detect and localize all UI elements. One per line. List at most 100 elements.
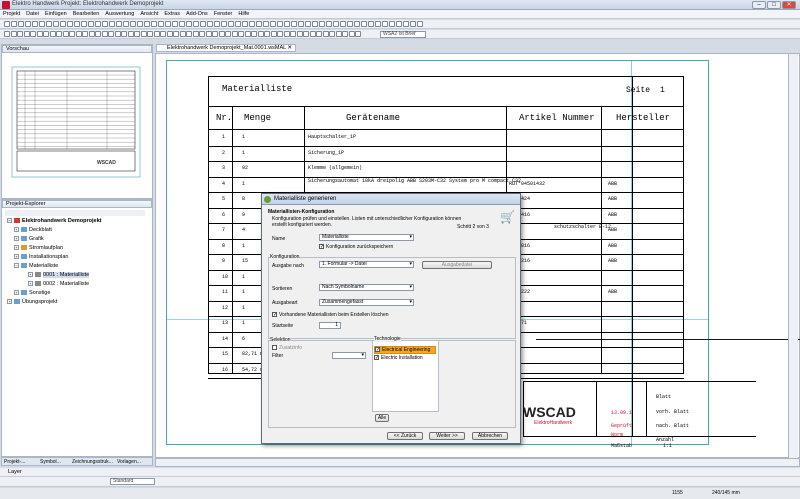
toolbar-tool-icon[interactable] <box>137 21 143 27</box>
toolbar-tool-icon[interactable] <box>130 21 136 27</box>
toolbar-tool-icon[interactable] <box>263 21 269 27</box>
toolbar-tool-icon[interactable] <box>238 31 244 37</box>
horizontal-scrollbar[interactable] <box>155 458 800 467</box>
toolbar-tool-icon[interactable] <box>298 21 304 27</box>
vertical-scrollbar[interactable] <box>788 54 798 459</box>
ausgabedatei-button[interactable]: Ausgabedatei <box>422 261 492 269</box>
toolbar-tool-icon[interactable] <box>114 31 121 37</box>
toolbar-tool-icon[interactable] <box>43 31 49 37</box>
toolbar-tool-icon[interactable] <box>116 21 122 27</box>
toolbar-tool-icon[interactable] <box>368 21 374 27</box>
toolbar-tool-icon[interactable] <box>410 21 416 27</box>
toolbar-tool-icon[interactable] <box>160 31 166 37</box>
toolbar-tool-icon[interactable] <box>11 21 17 27</box>
menu-extras[interactable]: Extras <box>161 10 183 18</box>
tree-item-deckblatt[interactable]: + Deckblatt <box>14 227 52 233</box>
delete-existing-checkbox[interactable]: ✓ Vorhandene Materiallisten beim Erstelle… <box>272 312 389 318</box>
toolbar-tool-icon[interactable] <box>69 31 75 37</box>
toolbar-tool-icon[interactable] <box>121 31 127 37</box>
document-tab[interactable]: Elektrohandwerk Demoprojekt_Mat.0001.wsM… <box>156 44 296 52</box>
menu-hilfe[interactable]: Hilfe <box>235 10 252 18</box>
toolbar-tool-icon[interactable] <box>256 21 262 27</box>
toolbar-tool-icon[interactable] <box>186 21 192 27</box>
toolbar-tool-icon[interactable] <box>4 21 10 27</box>
toolbar-tool-icon[interactable] <box>361 21 367 27</box>
cancel-button[interactable]: Abbrechen <box>472 432 508 440</box>
toolbar-tool-icon[interactable] <box>277 21 283 27</box>
toolbar-tool-icon[interactable] <box>322 31 329 37</box>
toolbar-tool-icon[interactable] <box>319 21 325 27</box>
tree-root[interactable]: − Elektrohandwerk Demoprojekt <box>7 218 101 224</box>
layer-select[interactable]: Standard <box>110 478 155 485</box>
toolbar-tool-icon[interactable] <box>46 21 52 27</box>
menu-bearbeiten[interactable]: Bearbeiten <box>70 10 103 18</box>
toolbar-tool-icon[interactable] <box>158 21 164 27</box>
toolbar-tool-icon[interactable] <box>303 31 309 37</box>
maximize-button[interactable]: □ <box>767 1 781 9</box>
menu-datei[interactable]: Datei <box>23 10 42 18</box>
toolbar-tool-icon[interactable] <box>382 21 388 27</box>
toolbar-tool-icon[interactable] <box>193 21 199 27</box>
toolbar-tool-icon[interactable] <box>231 31 238 37</box>
toolbar-tool-icon[interactable] <box>151 21 157 27</box>
toolbar-tool-icon[interactable] <box>134 31 140 37</box>
toolbar-tool-icon[interactable] <box>270 21 276 27</box>
toolbar-tool-icon[interactable] <box>340 21 346 27</box>
toolbar-tool-icon[interactable] <box>221 21 227 27</box>
toolbar-tool-icon[interactable] <box>179 21 185 27</box>
toolbar-tool-icon[interactable] <box>205 31 212 37</box>
toolbar-tool-icon[interactable] <box>23 31 30 37</box>
toolbar-tool-icon[interactable] <box>82 31 88 37</box>
toolbar-tool-icon[interactable] <box>17 31 23 37</box>
toolbar-tool-icon[interactable] <box>144 21 150 27</box>
toolbar-tool-icon[interactable] <box>244 31 251 37</box>
ausgabeart-select[interactable]: Zusammengefasst ▾ <box>319 299 414 306</box>
toolbar-tool-icon[interactable] <box>283 31 290 37</box>
collapse-icon[interactable]: − <box>7 218 12 224</box>
toolbar-tool-icon[interactable] <box>228 21 234 27</box>
tech-item-electric-installation[interactable]: ✓ Electric Installation <box>374 355 423 361</box>
toolbar-tool-icon[interactable] <box>251 31 257 37</box>
style-combo[interactable]: WSA2 Ist Brief <box>380 31 426 38</box>
toolbar-tool-icon[interactable] <box>81 21 87 27</box>
save-config-checkbox[interactable]: ✓ Konfiguration zurückspeichern <box>319 244 393 250</box>
tree-item-uebungsprojekt[interactable]: + Übungsprojekt <box>7 299 57 305</box>
toolbar-tool-icon[interactable] <box>305 21 311 27</box>
toolbar-tool-icon[interactable] <box>74 21 80 27</box>
close-button[interactable]: ✕ <box>782 1 796 9</box>
toolbar-tool-icon[interactable] <box>389 21 395 27</box>
toolbar-tool-icon[interactable] <box>109 21 115 27</box>
toolbar-tool-icon[interactable] <box>4 31 10 37</box>
tab-projekt[interactable]: Projekt-... <box>4 459 25 465</box>
toolbar-tool-icon[interactable] <box>235 21 241 27</box>
tree-item-mat-0001[interactable]: +0001 : Materialliste <box>28 272 90 278</box>
alle-button[interactable]: Alle <box>375 414 389 422</box>
toolbar-tool-icon[interactable] <box>199 31 205 37</box>
toolbar-tool-icon[interactable] <box>32 21 38 27</box>
toolbar-tool-icon[interactable] <box>218 31 225 37</box>
tab-symbol[interactable]: Symbol... <box>40 459 61 465</box>
next-button[interactable]: Weiter >> <box>429 432 465 440</box>
toolbar-tool-icon[interactable] <box>249 21 255 27</box>
toolbar-tool-icon[interactable] <box>329 31 335 37</box>
tree-item-stromlaufplan[interactable]: + Stromlaufplan <box>14 245 63 251</box>
toolbar-tool-icon[interactable] <box>108 31 114 37</box>
toolbar-tool-icon[interactable] <box>60 21 66 27</box>
startseite-input[interactable]: 1 <box>319 322 341 329</box>
toolbar-tool-icon[interactable] <box>186 31 192 37</box>
tree-item-sonstige[interactable]: + Sonstige <box>14 290 50 296</box>
toolbar-tool-icon[interactable] <box>347 21 353 27</box>
toolbar-tool-icon[interactable] <box>127 31 134 37</box>
toolbar-tool-icon[interactable] <box>200 21 206 27</box>
toolbar-tool-icon[interactable] <box>242 21 248 27</box>
tab-vorlagen[interactable]: Vorlagen... <box>117 459 141 465</box>
toolbar-tool-icon[interactable] <box>291 21 297 27</box>
toolbar-tool-icon[interactable] <box>95 21 101 27</box>
toolbar-tool-icon[interactable] <box>10 31 17 37</box>
menu-fenster[interactable]: Fenster <box>211 10 236 18</box>
toolbar-tool-icon[interactable] <box>88 21 94 27</box>
tree-item-materialliste[interactable]: − Materialliste <box>14 263 58 269</box>
toolbar-tool-icon[interactable] <box>36 31 43 37</box>
menu-projekt[interactable]: Projekt <box>0 10 23 18</box>
toolbar-tool-icon[interactable] <box>214 21 220 27</box>
